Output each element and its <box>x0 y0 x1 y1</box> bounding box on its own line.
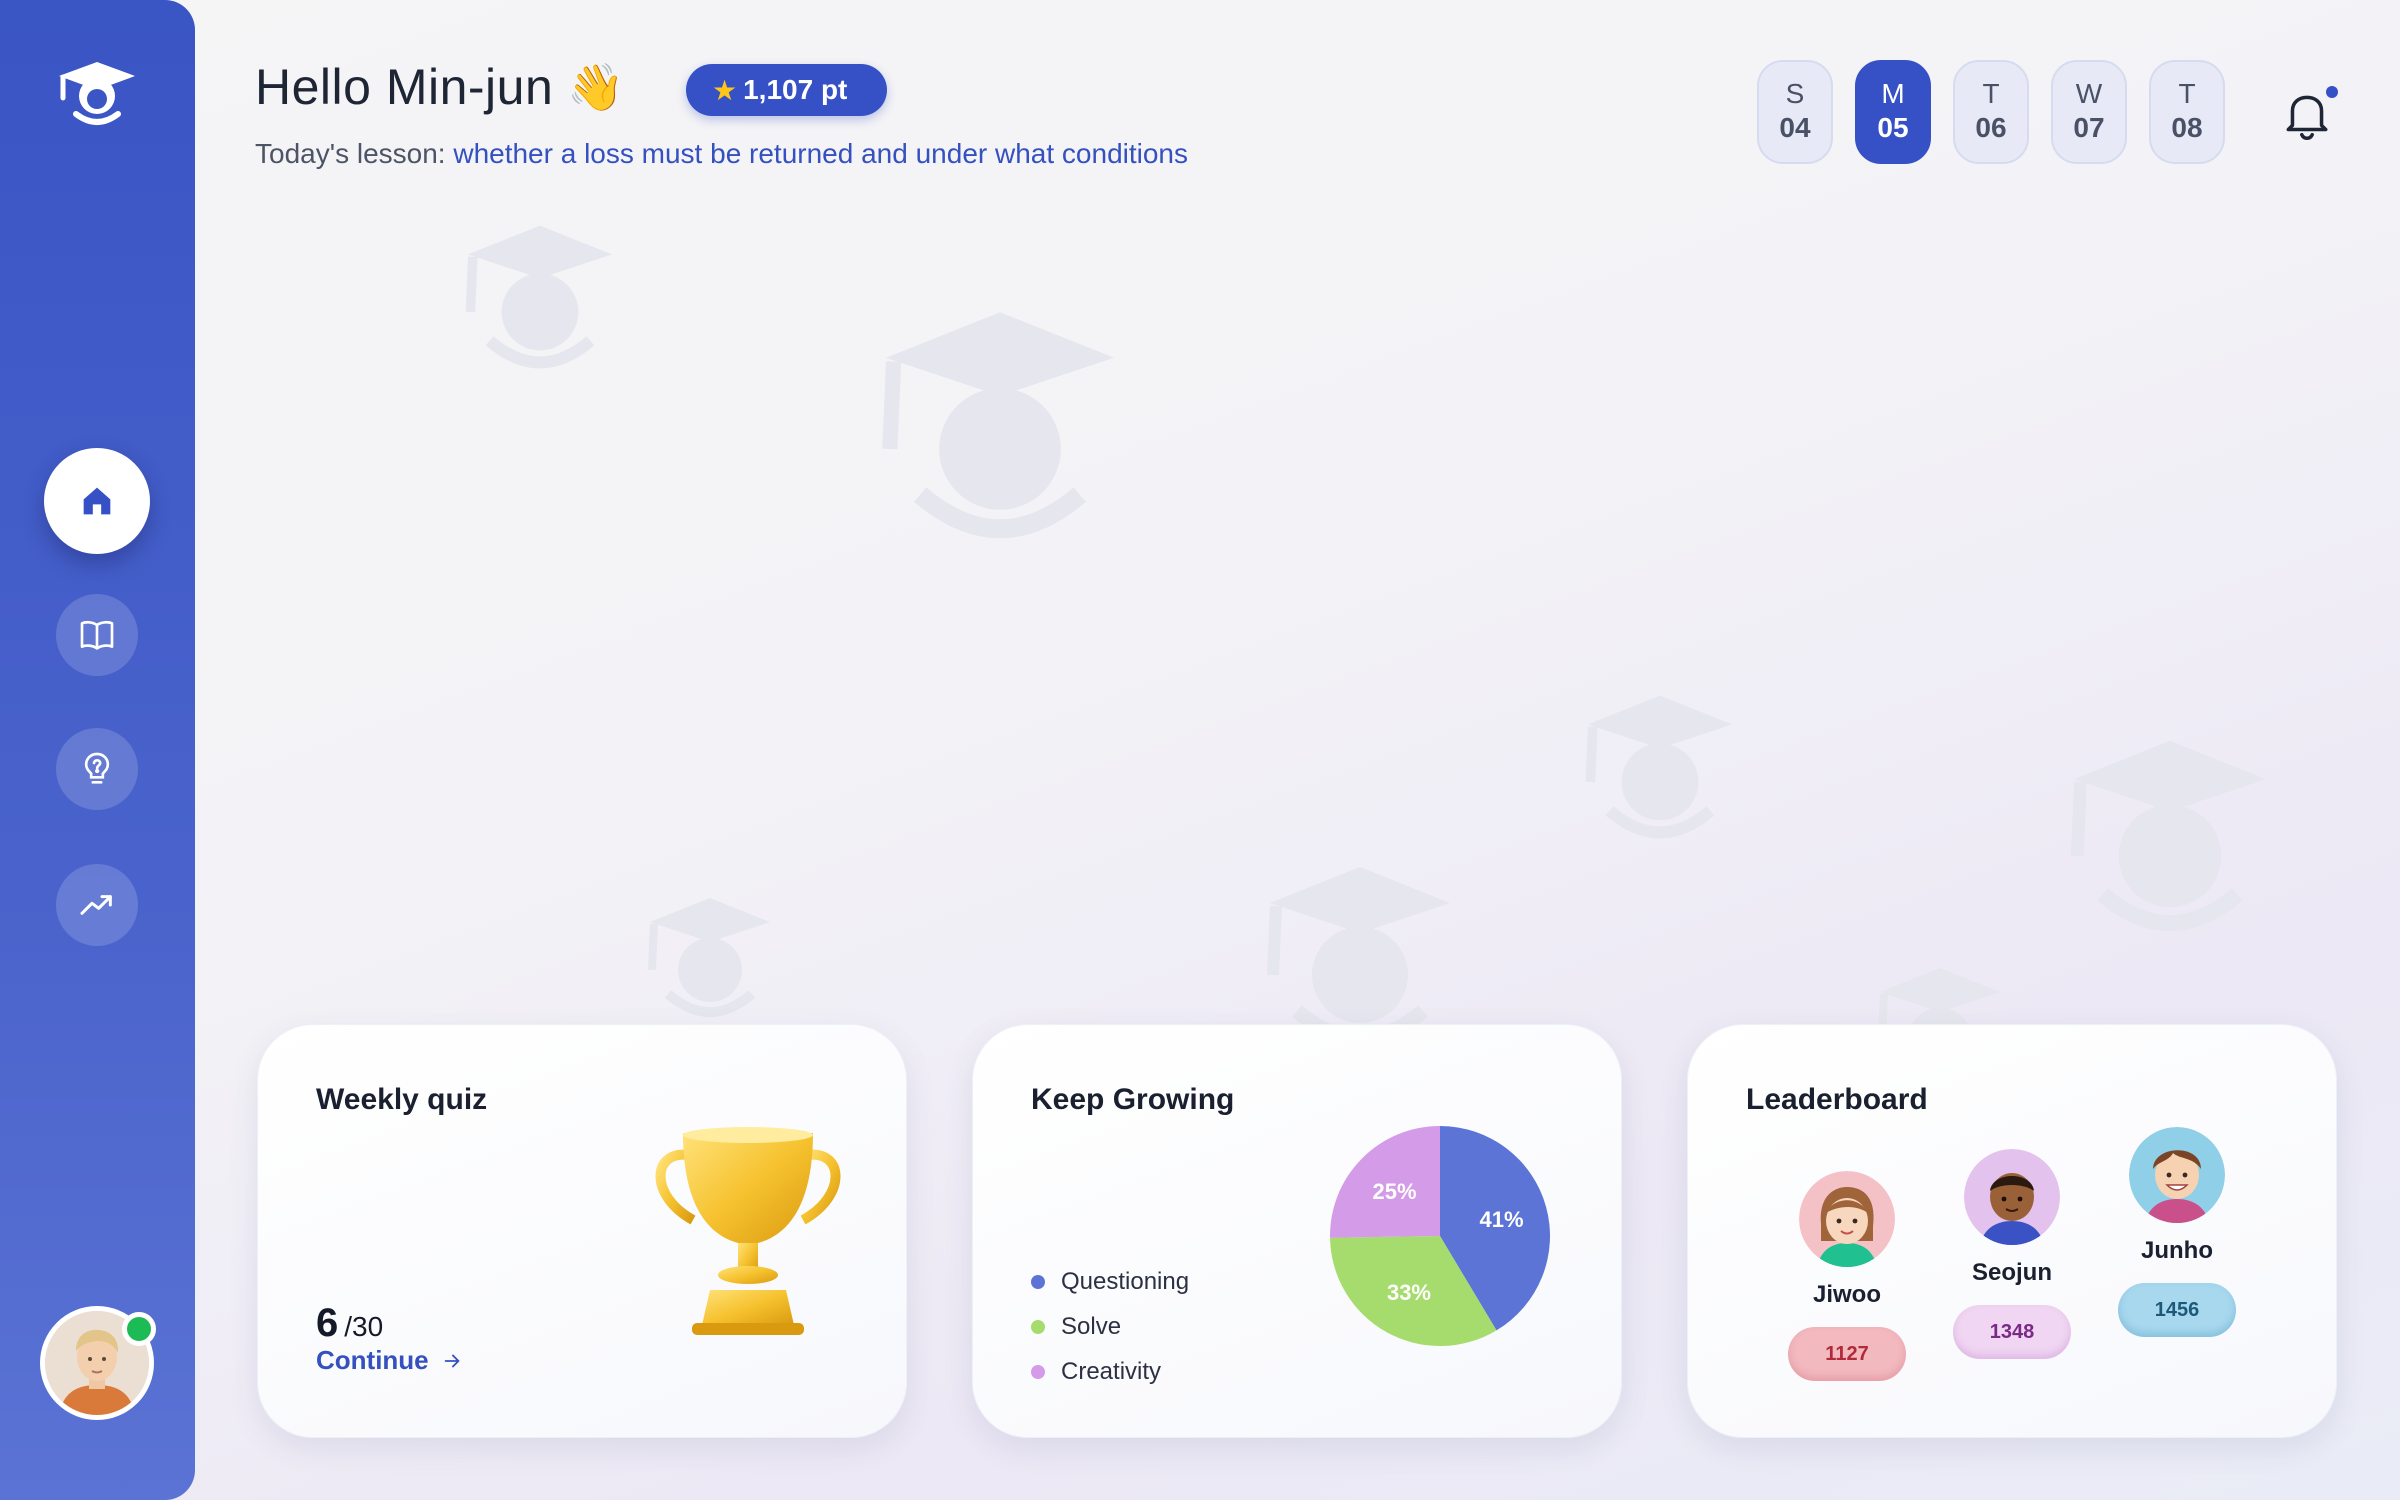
leader-junho[interactable]: Junho 1456 <box>2107 1127 2247 1337</box>
continue-label: Continue <box>316 1345 429 1375</box>
day-name: T <box>2178 78 2196 109</box>
leader-jiwoo[interactable]: Jiwoo 1127 <box>1777 1171 1917 1381</box>
seojun-avatar <box>1964 1149 2060 1245</box>
points-badge[interactable]: ★ 1,107 pt <box>686 64 888 116</box>
continue-button[interactable]: Continue <box>316 1345 465 1376</box>
quiz-score-value: 6 <box>316 1301 339 1345</box>
legend-label: Creativity <box>1061 1357 1162 1385</box>
greeting: Hello Min-jun 👋 <box>255 58 625 116</box>
day-selector: S 04 M 05 T 06 W 07 T 08 <box>1757 60 2225 164</box>
day-monday[interactable]: M 05 <box>1855 60 1931 164</box>
lesson-topic-link[interactable]: whether a loss must be returned and unde… <box>453 138 1188 169</box>
leader-score: 1456 <box>2118 1283 2236 1337</box>
trophy-icon <box>655 1127 841 1335</box>
leader-name: Seojun <box>1971 1259 2052 1286</box>
legend-item-creativity: Creativity <box>1031 1349 1189 1394</box>
lesson-label: Today's lesson: <box>255 138 446 169</box>
day-sunday[interactable]: S 04 <box>1757 60 1833 164</box>
day-name: S <box>1785 78 1805 109</box>
pie-label-questioning: 41% <box>1479 1207 1523 1232</box>
lightbulb-question-icon <box>84 752 110 784</box>
pie-label-creativity: 25% <box>1373 1179 1417 1204</box>
waving-hand-icon: 👋 <box>567 60 625 113</box>
jiwoo-avatar <box>1799 1171 1895 1267</box>
quiz-score-total: /30 <box>344 1311 384 1342</box>
leader-score: 1348 <box>1953 1305 2071 1359</box>
sidebar <box>0 0 195 1500</box>
junho-avatar <box>2129 1127 2225 1223</box>
book-icon <box>80 620 114 650</box>
keep-growing-title: Keep Growing <box>1031 1083 1235 1116</box>
day-date: 07 <box>2073 112 2105 143</box>
sidebar-item-ideas[interactable] <box>56 728 138 810</box>
day-date: 08 <box>2171 112 2203 143</box>
day-thursday[interactable]: T 08 <box>2149 60 2225 164</box>
pie-label-solve: 33% <box>1387 1280 1431 1305</box>
legend-item-solve: Solve <box>1031 1304 1189 1349</box>
quiz-score: 6/30 <box>316 1301 383 1346</box>
legend-label: Questioning <box>1061 1267 1190 1295</box>
keep-growing-card: Keep Growing Questioning Solve Creativit… <box>972 1024 1622 1438</box>
sidebar-item-progress[interactable] <box>56 864 138 946</box>
legend-dot <box>1031 1274 1045 1289</box>
graduation-mascot-logo <box>59 62 135 125</box>
day-name: M <box>1881 78 1905 109</box>
day-name: T <box>1982 78 2000 109</box>
leader-score: 1127 <box>1788 1327 1906 1381</box>
leader-name: Jiwoo <box>1812 1281 1881 1308</box>
legend-dot <box>1031 1364 1045 1379</box>
sidebar-item-home[interactable] <box>44 448 150 554</box>
skills-pie-chart: 41% 33% 25% <box>1330 1126 1550 1346</box>
home-icon <box>83 487 111 515</box>
notification-bell-icon[interactable] <box>2282 88 2332 142</box>
trending-up-icon <box>80 895 112 915</box>
todays-lesson: Today's lesson: whether a loss must be r… <box>255 138 1188 170</box>
leader-seojun[interactable]: Seojun 1348 <box>1942 1149 2082 1359</box>
leader-name: Junho <box>2141 1237 2213 1264</box>
day-date: 04 <box>1779 112 1811 143</box>
notification-dot <box>2326 86 2338 98</box>
day-date: 05 <box>1877 112 1909 143</box>
legend-dot <box>1031 1319 1045 1334</box>
legend-label: Solve <box>1061 1312 1122 1340</box>
leaderboard-title: Leaderboard <box>1746 1083 1928 1116</box>
day-name: W <box>2075 78 2103 109</box>
weekly-quiz-card[interactable]: Weekly quiz 6/30 Continue <box>257 1024 907 1438</box>
weekly-quiz-title: Weekly quiz <box>316 1083 488 1116</box>
chart-legend: Questioning Solve Creativity <box>1031 1259 1189 1394</box>
online-status-indicator <box>122 1312 156 1346</box>
leaderboard-card: Leaderboard Jiwoo 1127 Seojun 1348 Junho… <box>1687 1024 2337 1438</box>
arrow-right-icon <box>444 1354 460 1367</box>
day-wednesday[interactable]: W 07 <box>2051 60 2127 164</box>
greeting-text: Hello Min-jun <box>255 59 554 115</box>
star-icon: ★ <box>712 74 738 106</box>
legend-item-questioning: Questioning <box>1031 1259 1189 1304</box>
day-tuesday[interactable]: T 06 <box>1953 60 2029 164</box>
day-date: 06 <box>1975 112 2007 143</box>
sidebar-item-lessons[interactable] <box>56 594 138 676</box>
points-value: 1,107 pt <box>743 74 848 105</box>
